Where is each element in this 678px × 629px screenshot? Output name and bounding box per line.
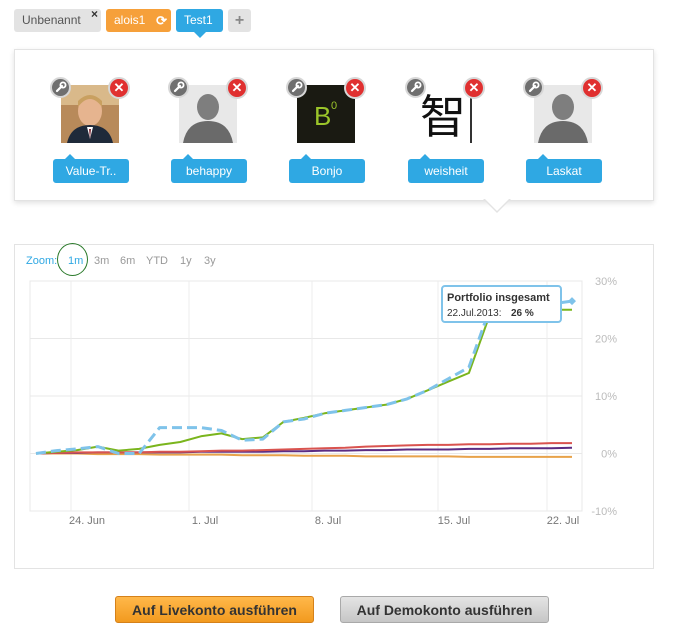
svg-text:B: B	[314, 101, 331, 131]
zoom-label: Zoom:	[26, 255, 58, 267]
tab-label: Test1	[184, 13, 213, 27]
member-card[interactable]: ✕ Value-Tr..	[50, 77, 131, 187]
settings-wrench-icon[interactable]	[286, 77, 307, 98]
remove-member-icon[interactable]: ✕	[344, 77, 366, 99]
refresh-icon[interactable]: ⟳	[156, 9, 167, 32]
pill-caret	[183, 154, 193, 159]
zoom-ytd[interactable]: YTD	[146, 255, 168, 267]
pill-caret	[538, 154, 548, 159]
svg-text:0: 0	[331, 100, 337, 112]
tab-unbenannt[interactable]: Unbenannt ×	[14, 7, 101, 32]
zoom-1y[interactable]: 1y	[180, 255, 192, 267]
add-tab-button[interactable]: +	[228, 9, 251, 32]
tab-label: alois1	[114, 13, 146, 27]
panel-caret-inner	[485, 199, 509, 211]
remove-member-icon[interactable]: ✕	[108, 77, 130, 99]
zoom-6m[interactable]: 6m	[120, 255, 135, 267]
remove-member-icon[interactable]: ✕	[226, 77, 248, 99]
settings-wrench-icon[interactable]	[50, 77, 71, 98]
member-name: weisheit	[424, 164, 468, 178]
member-name-pill[interactable]: weisheit	[408, 154, 484, 183]
settings-wrench-icon[interactable]	[405, 77, 426, 98]
close-icon[interactable]: ×	[91, 3, 98, 26]
member-name-pill[interactable]: Laskat	[526, 154, 602, 183]
active-tab-pointer	[194, 32, 206, 38]
member-name: Laskat	[546, 164, 582, 178]
member-card[interactable]: ✕ Laskat	[523, 77, 604, 187]
pill-caret	[420, 154, 430, 159]
remove-member-icon[interactable]: ✕	[463, 77, 485, 99]
chart-container	[14, 244, 654, 569]
member-name-pill[interactable]: behappy	[171, 154, 247, 183]
tab-test1[interactable]: Test1	[176, 9, 223, 38]
member-name-pill[interactable]: Bonjo	[289, 154, 365, 183]
pill-caret	[65, 154, 75, 159]
run-demo-account-button[interactable]: Auf Demokonto ausführen	[340, 596, 549, 623]
run-live-account-button[interactable]: Auf Livekonto ausführen	[115, 596, 314, 623]
member-name-pill[interactable]: Value-Tr..	[53, 154, 129, 183]
tab-label: Unbenannt	[22, 13, 81, 27]
settings-wrench-icon[interactable]	[168, 77, 189, 98]
member-card[interactable]: B 0 ✕ Bonjo	[286, 77, 367, 187]
zoom-3y[interactable]: 3y	[204, 255, 216, 267]
zoom-3m[interactable]: 3m	[94, 255, 109, 267]
member-name: Value-Tr..	[65, 164, 117, 178]
pill-caret	[301, 154, 311, 159]
remove-member-icon[interactable]: ✕	[581, 77, 603, 99]
member-name: behappy	[185, 164, 233, 178]
member-card[interactable]: ✕ behappy	[168, 77, 249, 187]
svg-text:智: 智	[420, 90, 466, 143]
settings-wrench-icon[interactable]	[523, 77, 544, 98]
tab-alois1[interactable]: alois1 ⟳	[106, 9, 171, 32]
member-card[interactable]: 智 ✕ weisheit	[405, 77, 486, 187]
member-name: Bonjo	[311, 164, 343, 178]
zoom-1m[interactable]: 1m	[68, 255, 83, 267]
